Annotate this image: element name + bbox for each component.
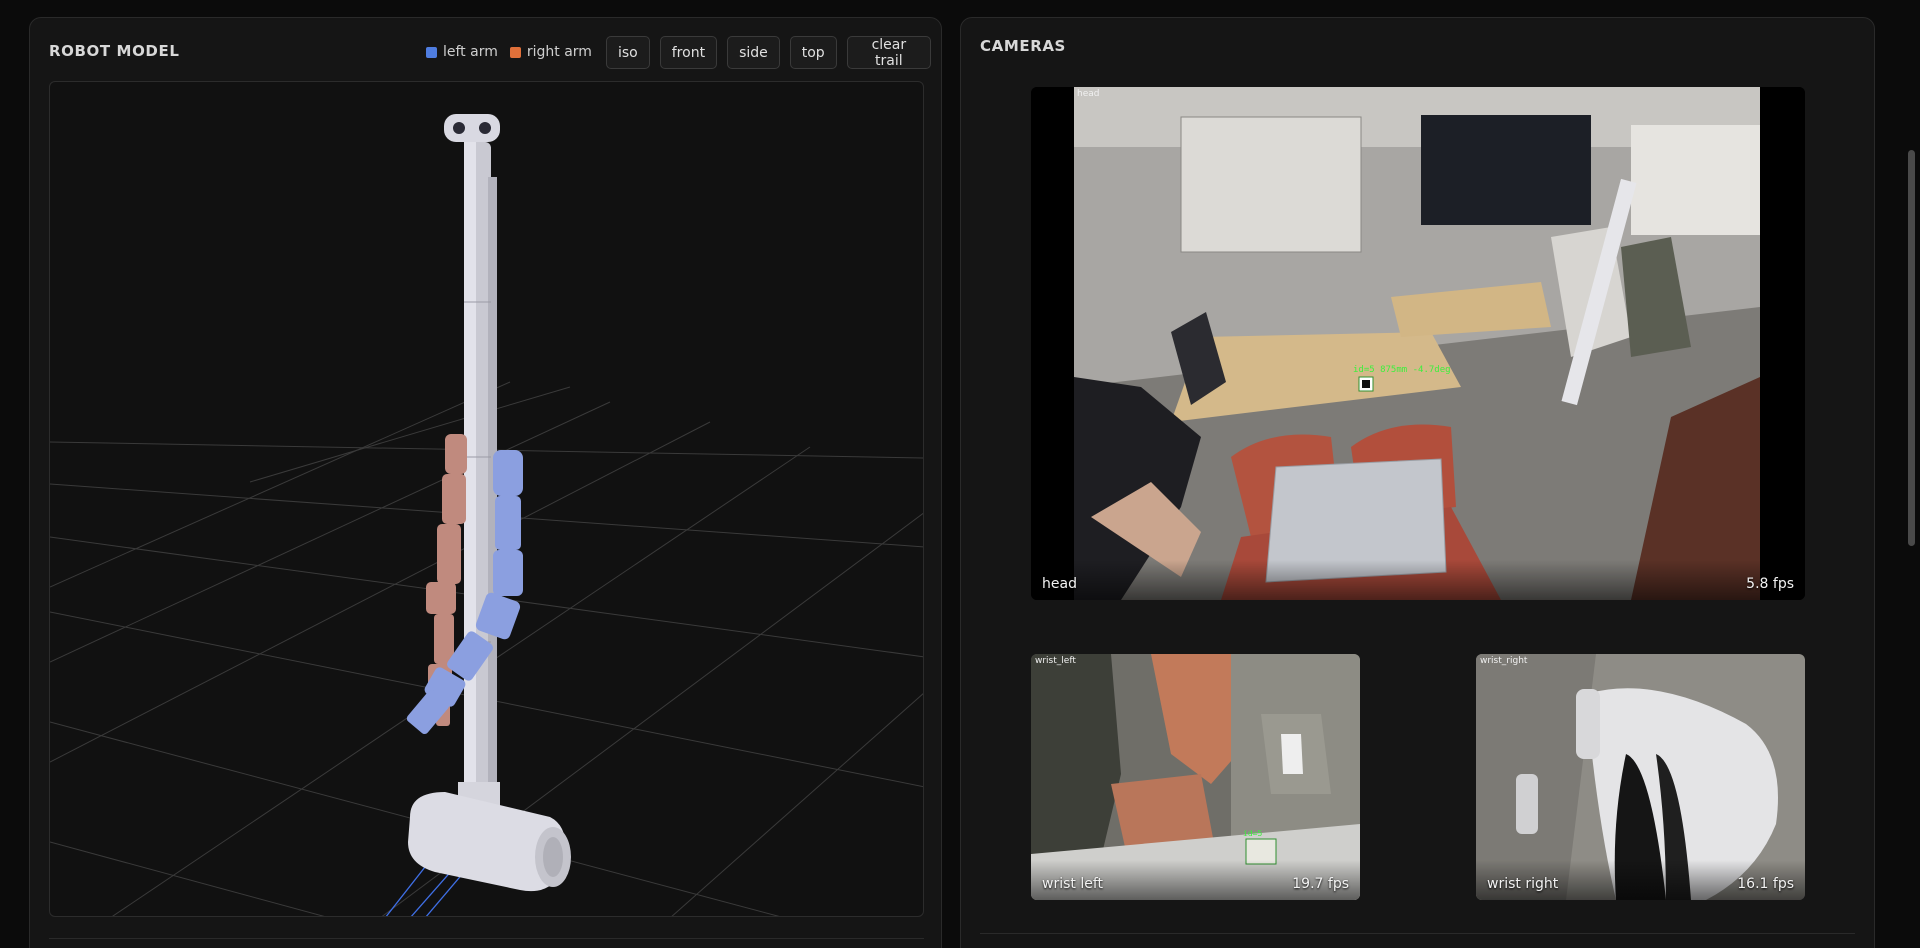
head-camera-feed[interactable]: id=5 875mm -4.7deg head head 5.8 fps: [1031, 87, 1805, 600]
wrist-left-camera-fps: 19.7 fps: [1292, 876, 1349, 892]
wrist-left-camera-label: wrist left: [1042, 876, 1104, 892]
right-panel-divider: [980, 933, 1855, 934]
cameras-title: CAMERAS: [980, 37, 1066, 55]
head-camera-label: head: [1042, 576, 1077, 592]
left-panel-divider: [49, 938, 924, 939]
top-view-button[interactable]: top: [789, 36, 837, 69]
wrist-left-marker-readout: id=5: [1243, 829, 1262, 838]
cameras-panel: CAMERAS id=5 875mm -4.7deg head head 5.8…: [960, 17, 1875, 948]
legend-left-arm-label: left arm: [443, 44, 498, 60]
wrist-left-camera-tag: wrist_left: [1035, 656, 1076, 666]
view-buttons: iso front side top clear trail: [606, 36, 941, 69]
front-view-button[interactable]: front: [659, 36, 718, 69]
robot-model: [406, 114, 571, 892]
left-arm-swatch: [426, 46, 437, 58]
robot-model-title: ROBOT MODEL: [49, 42, 180, 60]
side-view-button[interactable]: side: [727, 36, 780, 69]
robot-model-panel: ROBOT MODEL left arm right arm iso front…: [29, 17, 942, 948]
page: ROBOT MODEL left arm right arm iso front…: [0, 0, 1920, 948]
wrist-right-camera-feed[interactable]: wrist_right wrist right 16.1 fps: [1476, 654, 1805, 900]
legend-right-arm: right arm: [509, 44, 592, 60]
head-camera-fps: 5.8 fps: [1746, 576, 1794, 592]
page-scrollbar[interactable]: [1908, 150, 1915, 546]
clear-trail-button[interactable]: clear trail: [846, 36, 931, 69]
wrist-right-camera-label: wrist right: [1487, 876, 1559, 892]
head-camera-image: id=5 875mm -4.7deg: [1031, 87, 1805, 600]
wrist-right-camera-tag: wrist_right: [1480, 656, 1528, 666]
legend-left-arm: left arm: [426, 44, 498, 60]
robot-3d-scene: [50, 114, 923, 916]
arm-legend: left arm right arm: [426, 44, 604, 60]
legend-right-arm-label: right arm: [526, 44, 592, 60]
iso-view-button[interactable]: iso: [606, 36, 650, 69]
wrist-right-camera-fps: 16.1 fps: [1737, 876, 1794, 892]
head-marker-readout: id=5 875mm -4.7deg: [1353, 365, 1451, 375]
head-camera-tag: head: [1077, 89, 1100, 99]
head-camera-shade: [1031, 560, 1805, 600]
wrist-left-camera-feed[interactable]: id=5 wrist_left wrist left 19.7 fps: [1031, 654, 1360, 900]
robot-3d-viewport[interactable]: [49, 81, 924, 917]
right-arm-swatch: [509, 46, 521, 58]
